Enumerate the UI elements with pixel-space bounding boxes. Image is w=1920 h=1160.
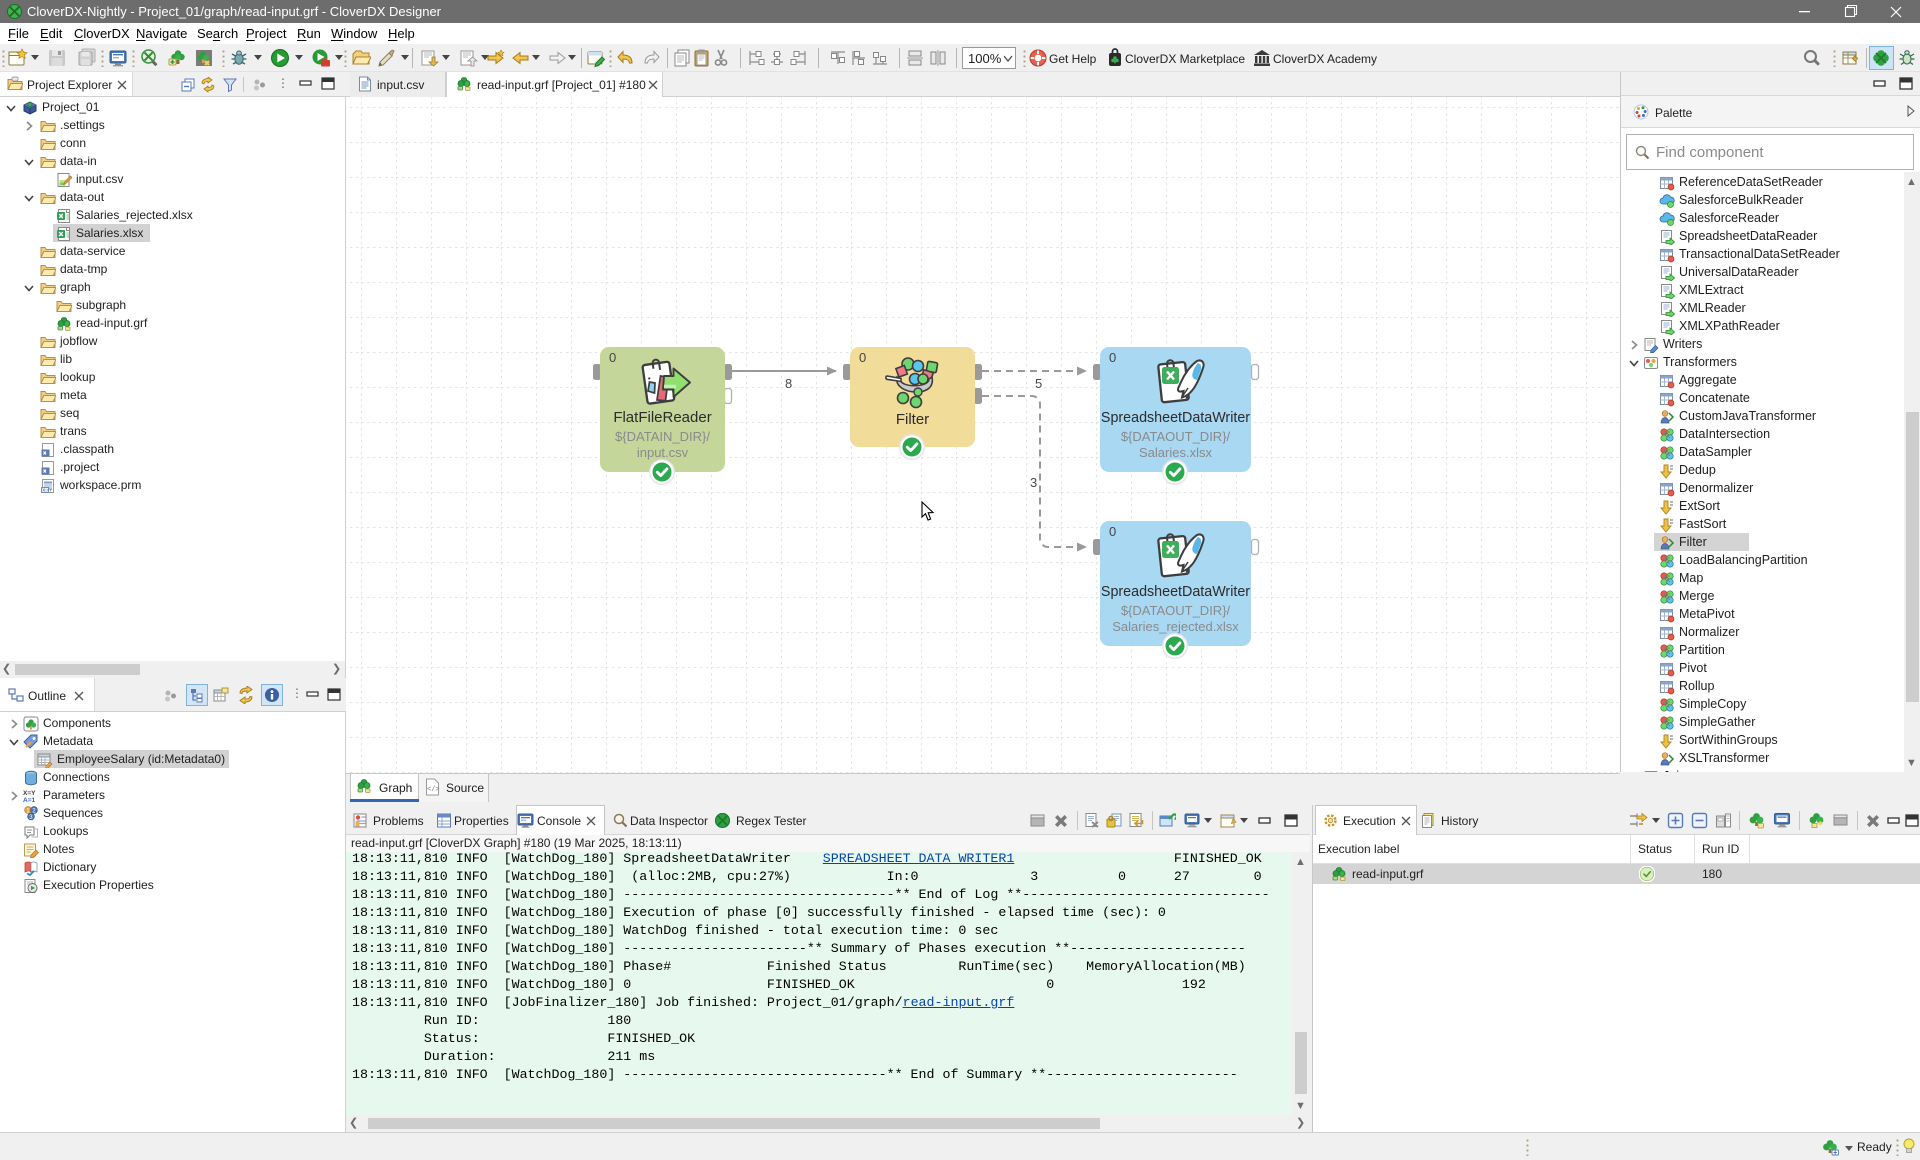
svg-text:3: 3 (1030, 475, 1037, 490)
svg-text:8: 8 (785, 376, 792, 391)
svg-text:5: 5 (1035, 376, 1042, 391)
svg-text:X=Y: X=Y (23, 790, 36, 797)
svg-text:</>: </> (427, 786, 440, 794)
